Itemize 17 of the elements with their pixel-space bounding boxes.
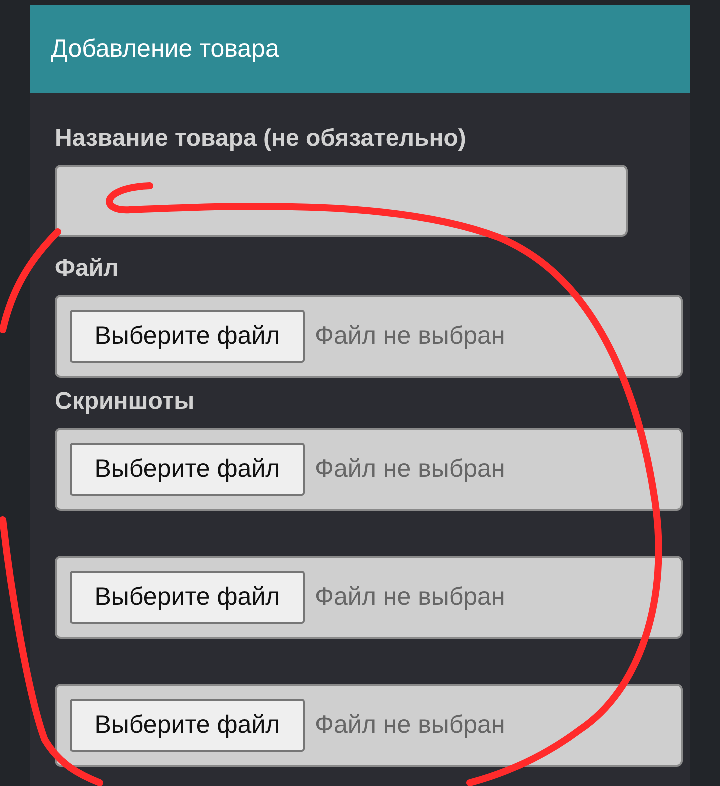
choose-file-button[interactable]: Выберите файл <box>70 310 305 363</box>
field-label: Скриншоты <box>55 388 196 416</box>
header-title: Добавление товара <box>51 34 280 64</box>
file-status: Файл не выбран <box>315 583 506 612</box>
file-input-field[interactable]: Выберите файл Файл не выбран <box>55 428 683 511</box>
file-input-field[interactable]: Выберите файл Файл не выбран <box>55 684 683 767</box>
choose-file-button[interactable]: Выберите файл <box>70 443 305 496</box>
field-label: Файл <box>55 255 120 283</box>
file-status: Файл не выбран <box>315 711 506 740</box>
file-status: Файл не выбран <box>315 322 506 351</box>
field-label: Название товара (не обязательно) <box>55 125 468 153</box>
choose-file-button[interactable]: Выберите файл <box>70 571 305 624</box>
file-input-field[interactable]: Выберите файл Файл не выбран <box>55 556 683 639</box>
file-status: Файл не выбран <box>315 455 506 484</box>
input-field[interactable] <box>55 165 628 237</box>
file-input-field[interactable]: Выберите файл Файл не выбран <box>55 295 683 378</box>
choose-file-button[interactable]: Выберите файл <box>70 699 305 752</box>
